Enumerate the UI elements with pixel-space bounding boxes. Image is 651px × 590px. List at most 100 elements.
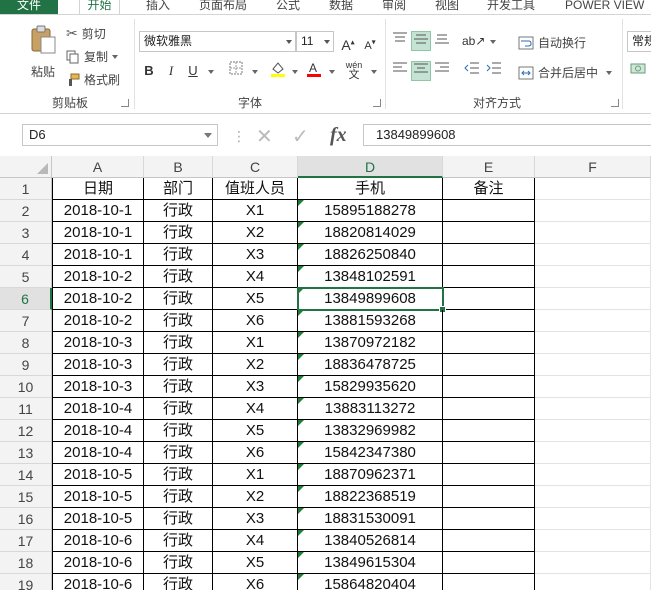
department-cell[interactable]: 行政: [144, 332, 213, 354]
phonetic-dropdown-icon[interactable]: [371, 70, 377, 74]
row-header[interactable]: 4: [0, 244, 52, 266]
row-header[interactable]: 13: [0, 442, 52, 464]
worksheet-grid[interactable]: A B C D E F 1 日期 部门 值班人员 手机 备注 2 2018-10-1 行政 X1 1589518…: [0, 156, 651, 590]
column-header-d[interactable]: D: [298, 156, 443, 178]
row-header[interactable]: 16: [0, 508, 52, 530]
column-header-a[interactable]: A: [52, 156, 144, 178]
align-middle-button[interactable]: [411, 31, 431, 51]
cell[interactable]: [535, 266, 651, 288]
notes-cell[interactable]: [443, 464, 535, 486]
phone-cell[interactable]: 15842347380: [298, 442, 443, 464]
align-right-button[interactable]: [432, 61, 452, 81]
notes-cell[interactable]: [443, 288, 535, 310]
shrink-font-button[interactable]: A▾: [360, 32, 380, 52]
phone-cell[interactable]: 15829935620: [298, 376, 443, 398]
department-cell[interactable]: 行政: [144, 486, 213, 508]
underline-button[interactable]: U: [183, 61, 203, 81]
increase-indent-button[interactable]: [484, 61, 504, 81]
date-cell[interactable]: 2018-10-6: [52, 552, 144, 574]
date-cell[interactable]: 2018-10-4: [52, 398, 144, 420]
department-cell[interactable]: 行政: [144, 442, 213, 464]
department-cell[interactable]: 行政: [144, 552, 213, 574]
phone-cell[interactable]: 13849899608: [298, 288, 443, 310]
tab-6[interactable]: 审阅: [382, 0, 406, 14]
date-cell[interactable]: 2018-10-2: [52, 266, 144, 288]
department-cell[interactable]: 行政: [144, 288, 213, 310]
notes-cell[interactable]: [443, 200, 535, 222]
date-cell[interactable]: 2018-10-1: [52, 222, 144, 244]
orientation-dropdown-icon[interactable]: [490, 40, 496, 44]
department-cell[interactable]: 行政: [144, 574, 213, 590]
cell[interactable]: [535, 200, 651, 222]
notes-cell[interactable]: [443, 266, 535, 288]
row-header[interactable]: 17: [0, 530, 52, 552]
phone-cell[interactable]: 13848102591: [298, 266, 443, 288]
cell[interactable]: [535, 508, 651, 530]
row-header[interactable]: 2: [0, 200, 52, 222]
grow-font-button[interactable]: A▴: [338, 32, 358, 53]
date-cell[interactable]: 2018-10-3: [52, 376, 144, 398]
department-cell[interactable]: 行政: [144, 244, 213, 266]
duty-person-cell[interactable]: X3: [213, 376, 298, 398]
chevron-down-icon[interactable]: [204, 133, 212, 138]
format-painter-button[interactable]: 格式刷: [66, 71, 120, 88]
borders-dropdown-icon[interactable]: [252, 70, 258, 74]
font-color-button[interactable]: A: [304, 60, 324, 80]
cell[interactable]: [535, 442, 651, 464]
chevron-down-icon[interactable]: [286, 40, 292, 44]
tab-5[interactable]: 数据: [329, 0, 353, 14]
duty-person-cell[interactable]: X6: [213, 310, 298, 332]
phone-cell[interactable]: 18826250840: [298, 244, 443, 266]
date-cell[interactable]: 2018-10-3: [52, 354, 144, 376]
clipboard-launcher-icon[interactable]: [121, 99, 129, 107]
row-header[interactable]: 9: [0, 354, 52, 376]
department-cell[interactable]: 行政: [144, 530, 213, 552]
header-cell-notes[interactable]: 备注: [443, 178, 535, 200]
duty-person-cell[interactable]: X4: [213, 530, 298, 552]
tab-7[interactable]: 视图: [435, 0, 459, 14]
notes-cell[interactable]: [443, 530, 535, 552]
department-cell[interactable]: 行政: [144, 508, 213, 530]
select-all-button[interactable]: [0, 156, 52, 178]
phone-cell[interactable]: 18836478725: [298, 354, 443, 376]
notes-cell[interactable]: [443, 486, 535, 508]
row-header[interactable]: 10: [0, 376, 52, 398]
date-cell[interactable]: 2018-10-6: [52, 574, 144, 590]
font-launcher-icon[interactable]: [373, 99, 381, 107]
currency-button[interactable]: [628, 61, 648, 81]
tab-2[interactable]: 插入: [146, 0, 170, 14]
date-cell[interactable]: 2018-10-4: [52, 420, 144, 442]
bold-button[interactable]: B: [139, 61, 159, 81]
notes-cell[interactable]: [443, 376, 535, 398]
department-cell[interactable]: 行政: [144, 464, 213, 486]
row-header[interactable]: 7: [0, 310, 52, 332]
phone-cell[interactable]: 13870972182: [298, 332, 443, 354]
italic-button[interactable]: I: [161, 61, 181, 81]
phone-cell[interactable]: 13832969982: [298, 420, 443, 442]
duty-person-cell[interactable]: X4: [213, 266, 298, 288]
align-center-button[interactable]: [411, 61, 431, 81]
row-header[interactable]: 1: [0, 178, 52, 200]
duty-person-cell[interactable]: X3: [213, 244, 298, 266]
fill-color-button[interactable]: [268, 60, 288, 80]
duty-person-cell[interactable]: X1: [213, 200, 298, 222]
font-size-combo[interactable]: 11: [296, 31, 334, 52]
cut-button[interactable]: ✂ 剪切: [66, 25, 106, 42]
duty-person-cell[interactable]: X6: [213, 574, 298, 590]
department-cell[interactable]: 行政: [144, 200, 213, 222]
cell[interactable]: [535, 530, 651, 552]
column-header-f[interactable]: F: [535, 156, 651, 178]
date-cell[interactable]: 2018-10-5: [52, 486, 144, 508]
department-cell[interactable]: 行政: [144, 310, 213, 332]
number-format-combo[interactable]: 常规: [627, 31, 651, 52]
phone-cell[interactable]: 13849615304: [298, 552, 443, 574]
wrap-text-button[interactable]: 自动换行: [518, 34, 586, 51]
date-cell[interactable]: 2018-10-3: [52, 332, 144, 354]
row-header[interactable]: 8: [0, 332, 52, 354]
department-cell[interactable]: 行政: [144, 266, 213, 288]
duty-person-cell[interactable]: X1: [213, 332, 298, 354]
date-cell[interactable]: 2018-10-5: [52, 464, 144, 486]
cell[interactable]: [535, 464, 651, 486]
enter-icon[interactable]: ✓: [292, 124, 309, 149]
row-header[interactable]: 6: [0, 288, 52, 310]
